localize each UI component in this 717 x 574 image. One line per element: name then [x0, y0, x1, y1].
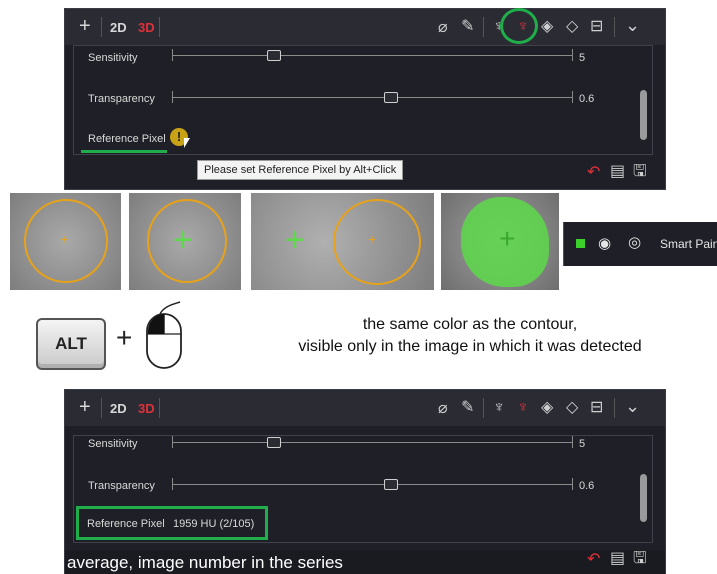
panel-toolbar: + 2D 3D ⌀ ✎ ♆ ♆ ◈ ◇ ⊟ ⌄: [65, 9, 665, 45]
transparency-slider-track[interactable]: [172, 484, 572, 485]
location-icon[interactable]: ◎: [628, 233, 641, 251]
reference-marker: +: [368, 231, 377, 247]
settings-box: Sensitivity 5 Transparency 0.6 Reference…: [73, 45, 653, 155]
plus-sign: +: [116, 322, 133, 353]
reference-pixel-highlight: Reference Pixel 1959 HU (2/105): [76, 506, 268, 540]
mode-2d-button[interactable]: 2D: [110, 20, 127, 35]
scrollbar[interactable]: [640, 474, 647, 522]
bottom-caption: average, image number in the series: [67, 553, 343, 572]
transparency-slider-thumb[interactable]: [384, 479, 398, 490]
sensitivity-label: Sensitivity: [88, 438, 138, 450]
toolbar-divider: [101, 17, 102, 37]
scan-image-1: +: [10, 193, 121, 290]
tooltip: Please set Reference Pixel by Alt+Click: [197, 160, 404, 180]
undo-icon[interactable]: ↶: [587, 552, 600, 568]
toolbar-divider: [614, 17, 615, 37]
reference-marker: +: [173, 221, 193, 259]
layer-name: Smart Paint: [660, 237, 717, 251]
layer-color-square: [576, 239, 585, 248]
eraser-icon[interactable]: ⌀: [438, 401, 448, 417]
reference-pixel-underline: [81, 150, 167, 153]
contour-circle: [333, 199, 421, 285]
undo-icon[interactable]: ↶: [587, 165, 600, 181]
smart-paint-panel-top: + 2D 3D ⌀ ✎ ♆ ♆ ◈ ◇ ⊟ ⌄ Sensitivity 5 Tr…: [64, 8, 666, 190]
add-button[interactable]: +: [79, 15, 91, 38]
csv-export-icon[interactable]: ▤: [610, 551, 625, 567]
mode-2d-button[interactable]: 2D: [110, 401, 127, 416]
smart-paint-panel-bottom: + 2D 3D ⌀ ✎ ♆ ♆ ◈ ◇ ⊟ ⌄ Sensitivity 5 Tr…: [64, 389, 666, 574]
reference-pixel-label: Reference Pixel: [87, 518, 165, 530]
reference-pixel-value: 1959 HU (2/105): [173, 518, 255, 530]
eye-icon[interactable]: ◉: [598, 234, 611, 252]
layers-icon[interactable]: ⊟: [590, 400, 603, 416]
toolbar-divider: [101, 398, 102, 418]
toolbar-divider: [483, 17, 484, 37]
scan-image-2: +: [129, 193, 241, 290]
sensitivity-slider-track[interactable]: [172, 55, 572, 56]
toolbar-divider: [483, 398, 484, 418]
transparency-slider-track[interactable]: [172, 97, 572, 98]
layers-icon[interactable]: ⊟: [590, 19, 603, 35]
save-icon[interactable]: 🖫: [633, 551, 647, 567]
save-icon[interactable]: 🖫: [633, 164, 647, 180]
chevron-down-icon[interactable]: ⌄: [625, 16, 640, 34]
toolbar-divider: [159, 17, 160, 37]
sensitivity-slider-track[interactable]: [172, 442, 572, 443]
toolbar-divider: [159, 398, 160, 418]
slider-end-tick: [572, 478, 573, 490]
reference-marker: +: [499, 223, 516, 254]
alt-caption-line2: visible only in the image in which it wa…: [298, 338, 642, 355]
scrollbar[interactable]: [640, 90, 647, 140]
transparency-value: 0.6: [579, 480, 595, 492]
scan-image-4: +: [441, 193, 559, 290]
mouse-cursor-icon: [184, 138, 190, 148]
slider-end-tick: [572, 91, 573, 103]
sensitivity-value: 5: [579, 438, 586, 450]
slider-end-tick: [572, 49, 573, 61]
transparency-value: 0.6: [579, 93, 595, 105]
sensitivity-label: Sensitivity: [88, 52, 138, 64]
sensitivity-slider-thumb[interactable]: [267, 437, 281, 448]
transparency-label: Transparency: [88, 93, 155, 105]
smart-brush-icon[interactable]: ♆: [517, 400, 529, 416]
sensitivity-value: 5: [579, 52, 586, 64]
bucket-icon[interactable]: ◇: [566, 19, 578, 35]
transparency-slider-thumb[interactable]: [384, 92, 398, 103]
slider-end-tick: [572, 436, 573, 448]
chevron-down-icon[interactable]: ⌄: [625, 397, 640, 415]
alt-caption-line1: the same color as the contour,: [362, 316, 578, 333]
transparency-label: Transparency: [88, 480, 155, 492]
fill-icon[interactable]: ◈: [541, 19, 553, 35]
panel-toolbar: + 2D 3D ⌀ ✎ ♆ ♆ ◈ ◇ ⊟ ⌄: [65, 390, 665, 426]
scan-image-3: + +: [251, 193, 434, 290]
eraser-icon[interactable]: ⌀: [438, 20, 448, 36]
smart-brush-highlight: [500, 8, 538, 44]
reference-pixel-label: Reference Pixel: [88, 133, 166, 145]
fill-icon[interactable]: ◈: [541, 400, 553, 416]
pencil-icon[interactable]: ✎: [461, 19, 474, 35]
csv-export-icon[interactable]: ▤: [610, 164, 625, 180]
pencil-icon[interactable]: ✎: [461, 400, 474, 416]
reference-marker: +: [60, 231, 69, 247]
alt-key: ALT: [36, 318, 106, 370]
reference-marker: +: [285, 221, 305, 259]
layer-row[interactable]: ◉ ◎ Smart Paint: [563, 222, 717, 266]
mode-3d-button[interactable]: 3D: [138, 401, 155, 416]
brush-icon[interactable]: ♆: [493, 400, 505, 416]
add-button[interactable]: +: [79, 396, 91, 419]
mouse-icon: [146, 301, 182, 369]
mode-3d-button[interactable]: 3D: [138, 20, 155, 35]
sensitivity-slider-thumb[interactable]: [267, 50, 281, 61]
toolbar-divider: [614, 398, 615, 418]
bucket-icon[interactable]: ◇: [566, 400, 578, 416]
